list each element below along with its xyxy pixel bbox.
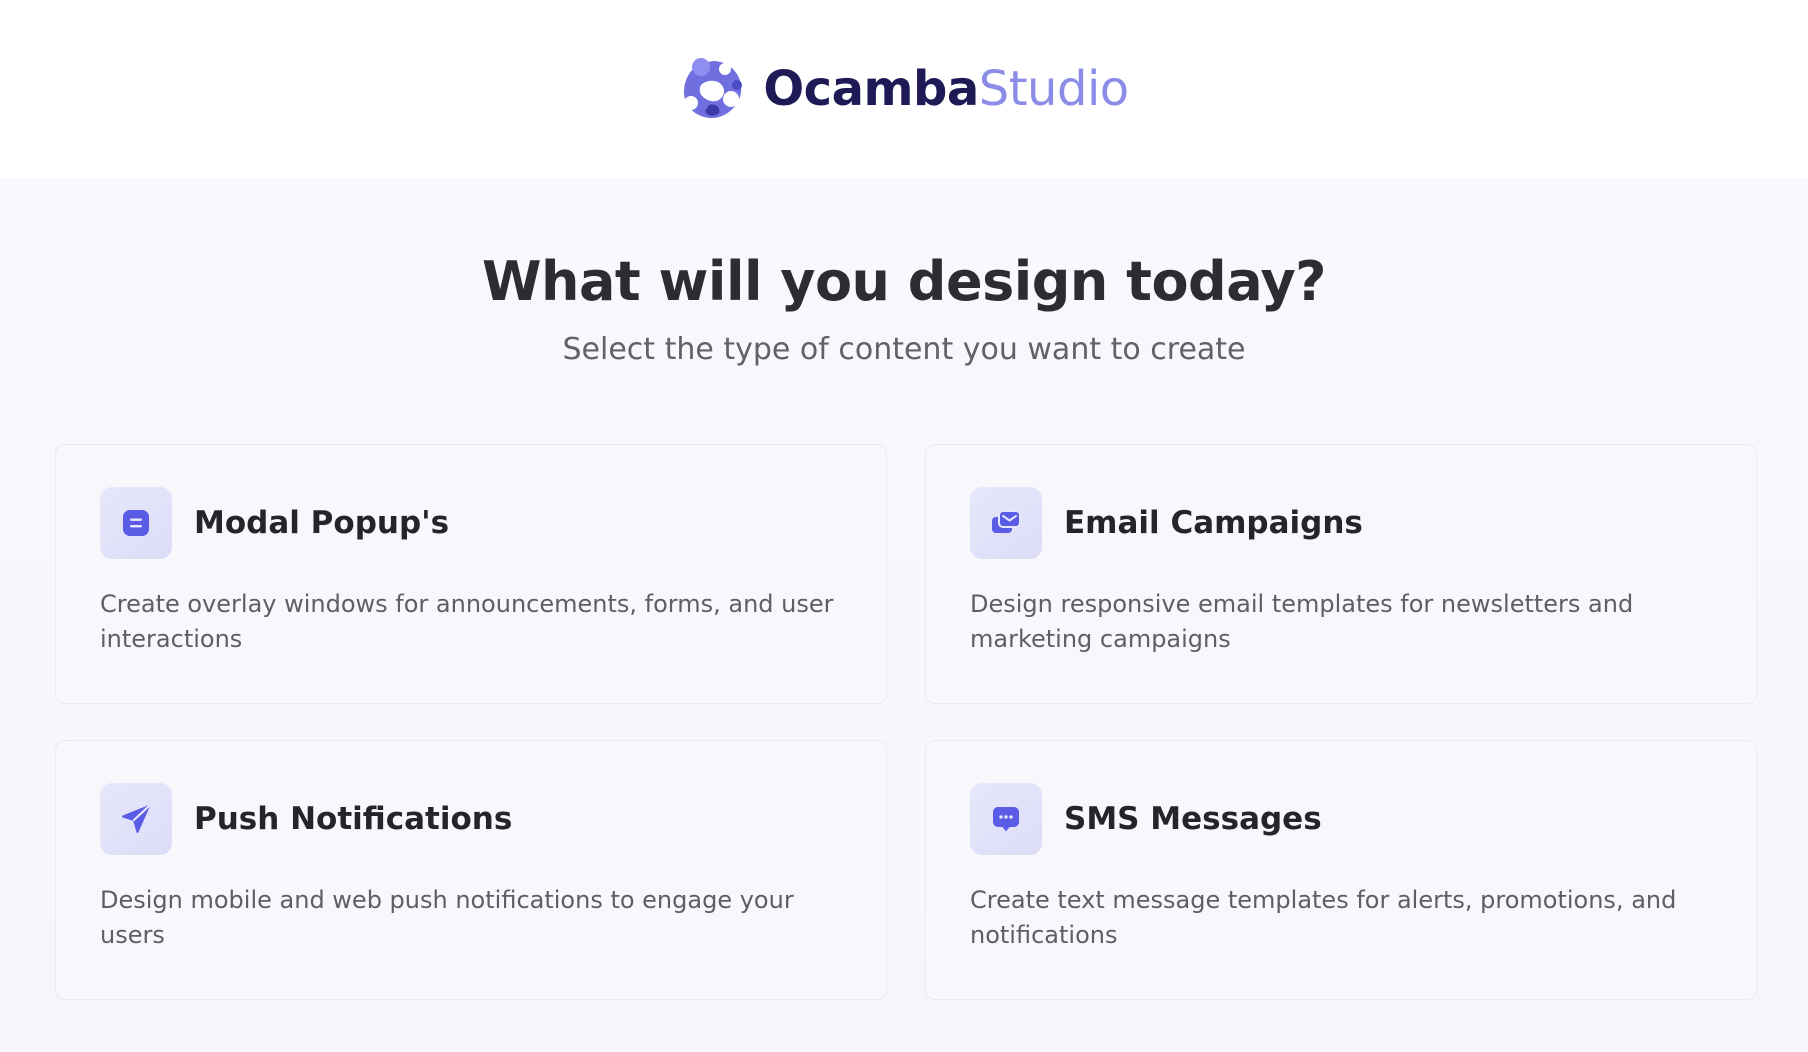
brand-logo-link[interactable]: OcambaStudio [679,55,1129,123]
brand-name-secondary: Studio [978,61,1129,117]
card-header: Push Notifications [100,783,844,855]
content-type-picker: What will you design today? Select the t… [0,178,1808,1052]
page-title: What will you design today? [481,250,1327,313]
email-campaign-icon [970,487,1042,559]
card-description: Create text message templates for alerts… [970,886,1677,949]
card-header: SMS Messages [970,783,1714,855]
card-title: Email Campaigns [1064,505,1363,541]
content-type-grid: Modal Popup's Create overlay windows for… [55,444,1757,1000]
card-modal-popups[interactable]: Modal Popup's Create overlay windows for… [55,444,887,704]
brand-name-primary: Ocamba [763,61,979,117]
card-sms-messages[interactable]: SMS Messages Create text message templat… [925,740,1757,1000]
card-header: Email Campaigns [970,487,1714,559]
card-email-campaigns[interactable]: Email Campaigns Design responsive email … [925,444,1757,704]
card-push-notifications[interactable]: Push Notifications Design mobile and web… [55,740,887,1000]
card-description: Design responsive email templates for ne… [970,590,1634,653]
app-header: OcambaStudio [0,0,1808,178]
sms-message-icon [970,783,1042,855]
card-title: Push Notifications [194,801,513,837]
ocamba-logo-icon [684,58,743,119]
push-notification-icon [100,783,172,855]
card-title: SMS Messages [1064,801,1322,837]
page-subtitle: Select the type of content you want to c… [562,332,1246,367]
card-header: Modal Popup's [100,487,844,559]
card-description: Design mobile and web push notifications… [100,886,794,949]
card-description: Create overlay windows for announcements… [100,590,834,653]
modal-popup-icon [100,487,172,559]
card-title: Modal Popup's [194,505,450,541]
